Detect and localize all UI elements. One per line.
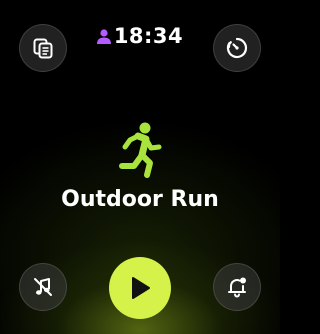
music-off-icon <box>34 278 52 296</box>
running-figure-icon <box>119 122 162 178</box>
start-workout-button[interactable] <box>109 257 171 319</box>
status-time: 18:34 <box>113 24 184 48</box>
multi-page-icon <box>33 38 53 59</box>
workout-start-screen: 18:34 Outdoor Run <box>0 0 280 334</box>
music-off-button[interactable] <box>19 263 67 311</box>
stopwatch-button[interactable] <box>213 24 261 72</box>
person-icon <box>96 29 111 44</box>
play-icon <box>132 277 150 299</box>
alerts-button[interactable] <box>213 263 261 311</box>
bell-alert-icon <box>228 277 246 298</box>
workout-title: Outdoor Run <box>61 187 219 212</box>
pages-button[interactable] <box>19 24 67 72</box>
stopwatch-icon <box>226 37 248 59</box>
